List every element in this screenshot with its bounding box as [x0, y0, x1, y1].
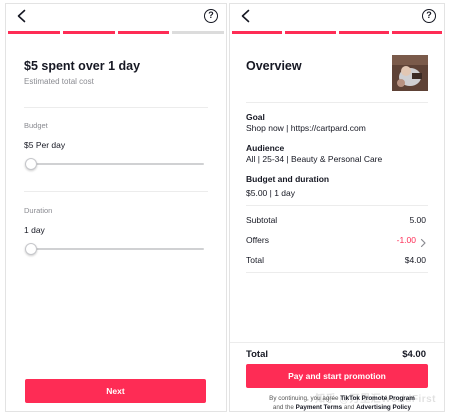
- top-bar: ?: [6, 4, 226, 30]
- duration-value: 1 day: [24, 225, 45, 235]
- slider-track: [25, 248, 204, 250]
- progress-step: [232, 31, 283, 34]
- payment-terms-link[interactable]: Payment Terms: [296, 404, 342, 411]
- subtotal-label: Subtotal: [246, 215, 278, 225]
- progress-step: [117, 31, 170, 34]
- progress-step: [391, 31, 442, 34]
- offers-value: -1.00: [396, 235, 416, 245]
- watermark: 知乎 @万里汇WorldFirst: [315, 394, 436, 405]
- footer-total-value: $4.00: [402, 349, 426, 360]
- terms-and: and: [343, 404, 355, 411]
- page-title: Overview: [246, 59, 302, 73]
- slider-thumb[interactable]: [25, 158, 37, 170]
- help-icon[interactable]: ?: [204, 9, 218, 23]
- footer-divider: [230, 342, 444, 343]
- help-icon[interactable]: ?: [422, 9, 436, 23]
- total-value: $4.00: [404, 255, 426, 265]
- goal-value: Shop now | https://cartpard.com: [246, 123, 366, 133]
- divider: [246, 102, 428, 103]
- slider-track: [25, 163, 204, 165]
- audience-title: Audience: [246, 143, 285, 153]
- progress-step: [172, 31, 224, 34]
- terms-and-the: and the: [272, 404, 294, 411]
- budget-duration-title: Budget and duration: [246, 174, 330, 184]
- subtotal-value: 5.00: [409, 215, 426, 225]
- duration-label: Duration: [24, 206, 53, 215]
- advertising-policy-link[interactable]: Advertising Policy: [356, 404, 411, 411]
- divider: [24, 107, 208, 108]
- back-button[interactable]: [14, 8, 30, 24]
- goal-title: Goal: [246, 112, 265, 122]
- page-title: $5 spent over 1 day: [24, 59, 141, 73]
- step-progress: [230, 31, 444, 34]
- audience-value: All | 25-34 | Beauty & Personal Care: [246, 154, 383, 164]
- chevron-right-icon[interactable]: [419, 235, 427, 248]
- step-progress: [6, 31, 226, 34]
- duration-slider[interactable]: [25, 243, 204, 255]
- budget-slider[interactable]: [25, 158, 204, 170]
- divider: [246, 205, 428, 206]
- top-bar: ?: [230, 4, 444, 30]
- slider-thumb[interactable]: [25, 243, 37, 255]
- total-label: Total: [246, 255, 264, 265]
- divider: [246, 272, 428, 273]
- video-thumbnail: [392, 55, 428, 91]
- chevron-left-icon: [17, 9, 26, 23]
- progress-step: [285, 31, 336, 34]
- budget-label: Budget: [24, 121, 48, 130]
- back-button[interactable]: [238, 8, 254, 24]
- progress-step: [338, 31, 389, 34]
- next-button[interactable]: Next: [25, 379, 206, 403]
- video-thumbnail-image: [392, 55, 428, 91]
- overview-screen: ? Overview Goal Shop now | https://cartp…: [229, 3, 445, 412]
- progress-step: [62, 31, 115, 34]
- budget-duration-value: $5.00 | 1 day: [246, 188, 295, 198]
- pay-start-promotion-button[interactable]: Pay and start promotion: [246, 364, 428, 388]
- chevron-left-icon: [241, 9, 250, 23]
- budget-value: $5 Per day: [24, 140, 66, 150]
- divider: [24, 191, 208, 192]
- page-subtitle: Estimated total cost: [24, 77, 94, 86]
- budget-screen: ? $5 spent over 1 day Estimated total co…: [5, 3, 227, 412]
- progress-step: [8, 31, 60, 34]
- footer-total-label: Total: [246, 349, 268, 360]
- offers-label: Offers: [246, 235, 269, 245]
